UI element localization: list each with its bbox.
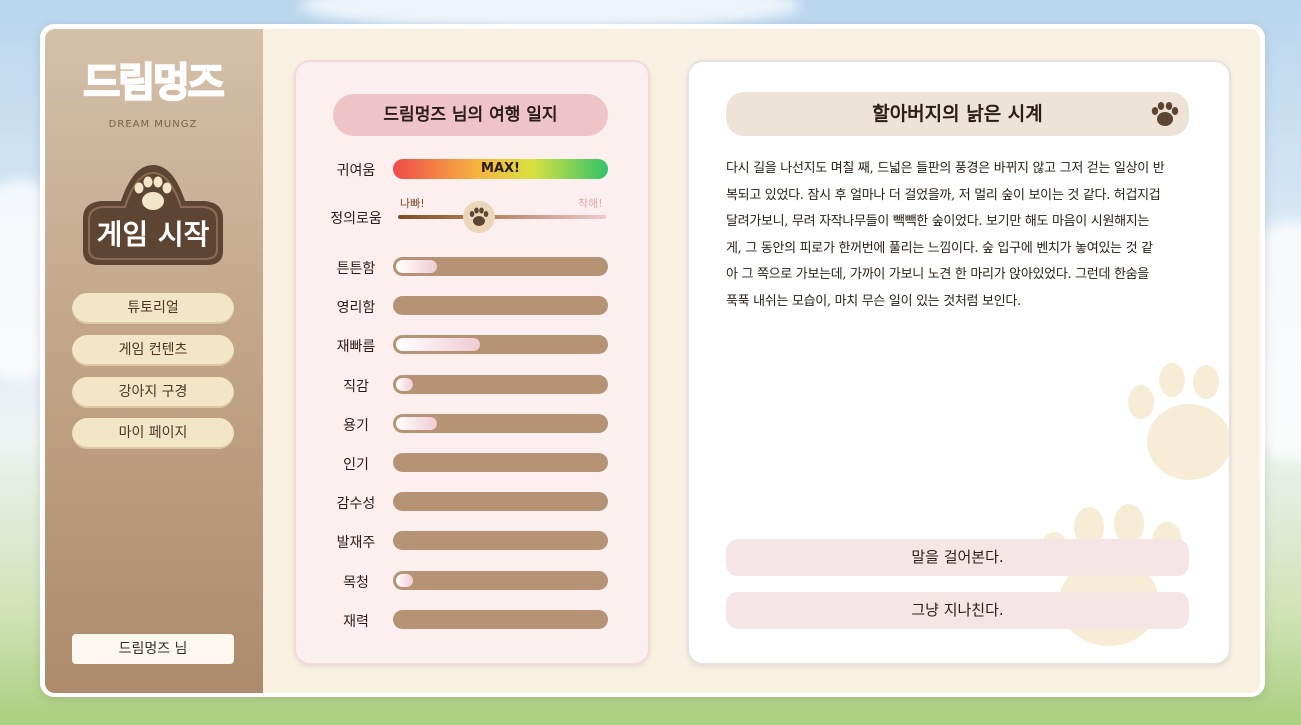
start-label: 게임 시작 xyxy=(96,218,210,251)
stat-bar-fill xyxy=(396,260,437,273)
alignment-slider-knob xyxy=(463,201,495,233)
stat-label: 재빠름 xyxy=(336,339,376,355)
stat-label-justice: 정의로움 xyxy=(330,211,382,227)
stat-bar xyxy=(393,571,608,590)
logo[interactable]: 드림멍즈 DREAM MUNGZ xyxy=(58,50,248,132)
paw-icon xyxy=(469,207,489,226)
story-title: 할아버지의 낡은 시계 xyxy=(726,92,1189,136)
stat-label: 용기 xyxy=(343,418,369,434)
logo-subtitle: DREAM MUNGZ xyxy=(108,119,198,130)
stat-bar-fill xyxy=(396,338,480,351)
travel-journal-title: 드림멍즈 님의 여행 일지 xyxy=(333,94,608,136)
alignment-good-label: 착해! xyxy=(578,197,603,210)
stat-bar xyxy=(393,453,608,472)
stat-label: 재력 xyxy=(343,614,369,630)
alignment-slider-track xyxy=(398,215,606,219)
stat-bar xyxy=(393,531,608,550)
stat-label: 영리함 xyxy=(336,300,376,316)
stat-value-cute: MAX! xyxy=(481,161,520,176)
story-line: 푹푹 내쉬는 모습이, 마치 무슨 일이 있는 것처럼 보인다. xyxy=(726,293,1021,309)
stat-bar xyxy=(393,335,608,354)
stat-bar-fill xyxy=(396,378,413,391)
nav-game-contents-button[interactable]: 게임 컨텐츠 xyxy=(72,335,234,366)
story-line: 복되고 있었다. 잠시 후 얼마나 더 걸었을까, 저 멀리 숲이 보이는 것 … xyxy=(726,187,1161,203)
stat-label: 발재주 xyxy=(336,535,376,551)
paw-icon xyxy=(1151,102,1179,126)
stat-label: 목청 xyxy=(343,575,369,591)
choice-pass-button[interactable]: 그냥 지나친다. xyxy=(726,592,1189,629)
logo-text: 드림멍즈 xyxy=(82,59,225,107)
nav-my-page-button[interactable]: 마이 페이지 xyxy=(72,418,234,449)
stat-label: 직감 xyxy=(343,379,369,395)
nav-tutorial-button[interactable]: 튜토리얼 xyxy=(72,293,234,324)
stat-label: 인기 xyxy=(343,457,369,473)
story-line: 달려가보니, 무려 자작나무들이 빽빽한 숲이었다. 보기만 해도 마음이 시원… xyxy=(726,214,1150,229)
story-text: 다시 길을 나선지도 며칠 째, 드넓은 들판의 풍경은 바뀌지 않고 그저 걷… xyxy=(726,156,1192,315)
stat-bar xyxy=(393,492,608,511)
story-line: 게, 그 동안의 피로가 한꺼번에 풀리는 느낌이다. 숲 입구에 벤치가 놓여… xyxy=(726,240,1153,256)
alignment-bad-label: 나빠! xyxy=(400,197,425,210)
stat-label: 튼튼함 xyxy=(336,261,376,277)
game-start-button[interactable]: 게임 시작 xyxy=(73,163,233,267)
nav-dog-gallery-button[interactable]: 강아지 구경 xyxy=(72,377,234,408)
story-line: 다시 길을 나선지도 며칠 째, 드넓은 들판의 풍경은 바뀌지 않고 그저 걷… xyxy=(726,161,1165,176)
story-line: 아 그 쪽으로 가보는데, 가까이 가보니 노견 한 마리가 앉아있었다. 그런… xyxy=(726,267,1149,282)
choice-talk-button[interactable]: 말을 걸어본다. xyxy=(726,539,1189,576)
stat-bar xyxy=(393,610,608,629)
stat-bar xyxy=(393,296,608,315)
stat-bar-fill xyxy=(396,574,413,587)
user-name-badge[interactable]: 드림멍즈 님 xyxy=(72,634,234,664)
stat-label: 감수성 xyxy=(336,496,376,512)
stat-bar xyxy=(393,257,608,276)
stat-bar xyxy=(393,414,608,433)
stat-bar-fill xyxy=(396,417,437,430)
stat-label-cute: 귀여움 xyxy=(336,163,376,179)
stat-bar xyxy=(393,375,608,394)
story-title-text: 할아버지의 낡은 시계 xyxy=(872,103,1043,125)
